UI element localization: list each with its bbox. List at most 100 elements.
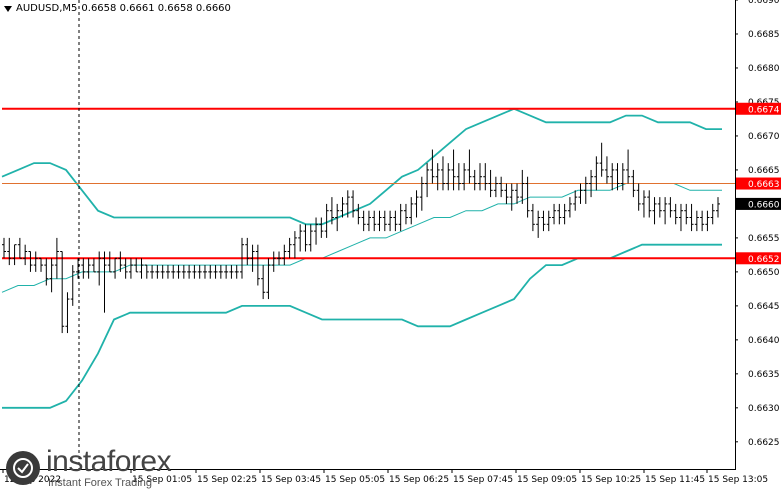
candle: [668, 197, 673, 218]
bollinger-upper-line: [1, 107, 722, 226]
candle: [150, 265, 155, 279]
symbol-name: AUDUSD,M5: [16, 3, 78, 14]
candle: [546, 210, 551, 232]
candle: [467, 149, 472, 184]
candle: [28, 250, 33, 272]
candlesticks: [2, 142, 720, 334]
candle: [557, 203, 562, 225]
price-tick-label: 0.6650: [748, 268, 780, 278]
candle: [165, 265, 170, 279]
candle: [319, 217, 324, 238]
candle: [504, 183, 509, 204]
candle: [314, 217, 319, 245]
candle: [483, 163, 488, 191]
candle: [2, 237, 6, 259]
candle: [7, 237, 12, 266]
candle: [81, 258, 86, 279]
candle: [652, 197, 657, 225]
candle: [626, 149, 631, 184]
candle: [689, 203, 694, 232]
candle: [144, 264, 149, 279]
candle: [356, 203, 361, 225]
candle: [456, 163, 461, 191]
ohlc-values: 0.6658 0.6661 0.6658 0.6660: [81, 3, 231, 14]
candle: [451, 149, 456, 191]
candle: [12, 244, 17, 266]
candle: [594, 156, 599, 191]
candle: [197, 265, 202, 279]
candle: [657, 197, 662, 218]
dropdown-triangle-icon[interactable]: [4, 5, 12, 12]
candle: [578, 183, 583, 204]
candle: [97, 251, 102, 286]
candle: [673, 203, 678, 225]
time-tick-label: 15 Sep 13:05: [708, 475, 768, 485]
candle: [39, 257, 44, 272]
candle: [60, 250, 65, 334]
candle: [76, 258, 81, 279]
candle: [493, 176, 498, 198]
candle: [155, 265, 160, 279]
axes: [0, 0, 736, 470]
candle: [266, 258, 271, 300]
candle: [472, 169, 477, 191]
candle: [419, 176, 424, 211]
candle: [65, 292, 70, 334]
instaforex-logo: instaforex Instant Forex Trading: [6, 445, 172, 489]
price-tick-label: 0.6665: [748, 166, 780, 176]
time-tick-label: 15 Sep 09:05: [517, 475, 577, 485]
candle: [33, 251, 38, 272]
candle: [536, 210, 541, 238]
candle: [181, 265, 186, 279]
candle: [499, 176, 504, 198]
candle: [271, 251, 276, 272]
candle: [425, 163, 430, 198]
candle: [398, 203, 403, 232]
price-chart[interactable]: 0.66900.66850.66800.66750.66700.66650.66…: [0, 0, 781, 489]
candle: [113, 257, 118, 279]
candle: [372, 210, 377, 232]
candle: [176, 265, 181, 279]
candle: [107, 251, 112, 273]
candle: [620, 163, 625, 191]
candle: [70, 265, 75, 306]
time-tick-label: 15 Sep 07:45: [453, 475, 513, 485]
time-tick-label: 15 Sep 10:25: [581, 475, 641, 485]
candle: [515, 183, 520, 204]
logo-brand: instaforex: [46, 445, 172, 478]
candle: [245, 237, 250, 266]
candle: [403, 203, 408, 225]
candle: [187, 265, 192, 279]
candle: [277, 251, 282, 266]
price-tick-label: 0.6625: [748, 438, 780, 448]
candle: [213, 265, 218, 279]
candle: [261, 265, 266, 300]
candle: [224, 265, 229, 279]
candle: [351, 190, 356, 218]
level-label: 0.6674: [748, 105, 780, 115]
candle: [303, 224, 308, 252]
candle: [604, 156, 609, 184]
price-tick-label: 0.6640: [748, 336, 780, 346]
logo-tagline: Instant Forex Trading: [48, 477, 152, 489]
candle: [49, 258, 54, 293]
level-label: 0.6663: [748, 180, 780, 190]
time-tick-label: 15 Sep 05:05: [325, 475, 385, 485]
candle: [567, 197, 572, 218]
candle: [366, 210, 371, 232]
candle: [520, 169, 525, 204]
candle: [388, 210, 393, 232]
candle: [641, 190, 646, 218]
horizontal-levels: [2, 107, 735, 260]
price-tick-label: 0.6670: [748, 132, 780, 142]
candle: [530, 203, 535, 232]
candle: [414, 190, 419, 218]
candle: [440, 156, 445, 191]
time-tick-label: 15 Sep 06:25: [389, 475, 449, 485]
candle: [694, 210, 699, 232]
candle: [552, 203, 557, 225]
candle: [435, 163, 440, 191]
instaforex-logo-icon: [6, 451, 40, 485]
price-tick-label: 0.6655: [748, 234, 780, 244]
candle: [647, 190, 652, 218]
